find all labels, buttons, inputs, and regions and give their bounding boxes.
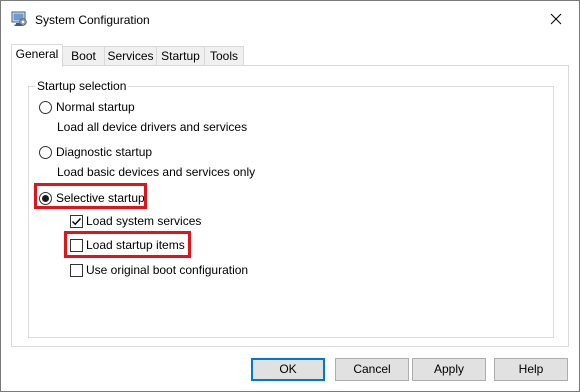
diagnostic-startup-description: Load basic devices and services only xyxy=(57,165,256,179)
tab-label: Tools xyxy=(209,49,238,63)
use-original-boot-checkbox[interactable] xyxy=(70,264,83,277)
tab-label: Boot xyxy=(71,49,96,63)
checkmark-icon xyxy=(72,218,82,226)
cancel-button[interactable]: Cancel xyxy=(335,358,409,381)
tab-label: Startup xyxy=(161,49,200,63)
normal-startup-label[interactable]: Normal startup xyxy=(56,100,135,115)
close-button[interactable] xyxy=(533,1,579,39)
group-legend: Startup selection xyxy=(35,79,129,94)
close-icon xyxy=(550,13,562,28)
tab-boot[interactable]: Boot xyxy=(62,46,105,66)
tab-label: Services xyxy=(107,49,154,63)
diagnostic-startup-radio[interactable] xyxy=(39,146,52,159)
load-system-services-checkbox[interactable] xyxy=(70,215,83,228)
normal-startup-description: Load all device drivers and services xyxy=(57,120,248,134)
load-startup-items-highlight xyxy=(64,231,191,258)
apply-button[interactable]: Apply xyxy=(412,358,486,381)
general-tab-panel: Startup selection Normal startup Load al… xyxy=(11,65,569,347)
tab-general[interactable]: General xyxy=(11,44,63,67)
tab-tools[interactable]: Tools xyxy=(204,46,244,66)
diagnostic-startup-label[interactable]: Diagnostic startup xyxy=(56,145,152,160)
selective-startup-highlight xyxy=(34,183,147,209)
tab-startup[interactable]: Startup xyxy=(156,46,205,66)
title-bar: System Configuration xyxy=(1,1,579,39)
system-configuration-window: System Configuration General Boot Servic… xyxy=(0,0,580,392)
normal-startup-radio[interactable] xyxy=(39,101,52,114)
use-original-boot-label[interactable]: Use original boot configuration xyxy=(86,263,248,278)
window-title: System Configuration xyxy=(35,13,150,27)
ok-button[interactable]: OK xyxy=(251,358,325,381)
msconfig-icon xyxy=(11,11,27,27)
tab-label: General xyxy=(15,47,59,61)
tab-strip: General Boot Services Startup Tools xyxy=(11,44,569,67)
startup-selection-group: Startup selection Normal startup Load al… xyxy=(28,79,554,338)
load-system-services-label[interactable]: Load system services xyxy=(86,214,201,229)
tab-services[interactable]: Services xyxy=(104,46,157,66)
help-button[interactable]: Help xyxy=(494,358,568,381)
